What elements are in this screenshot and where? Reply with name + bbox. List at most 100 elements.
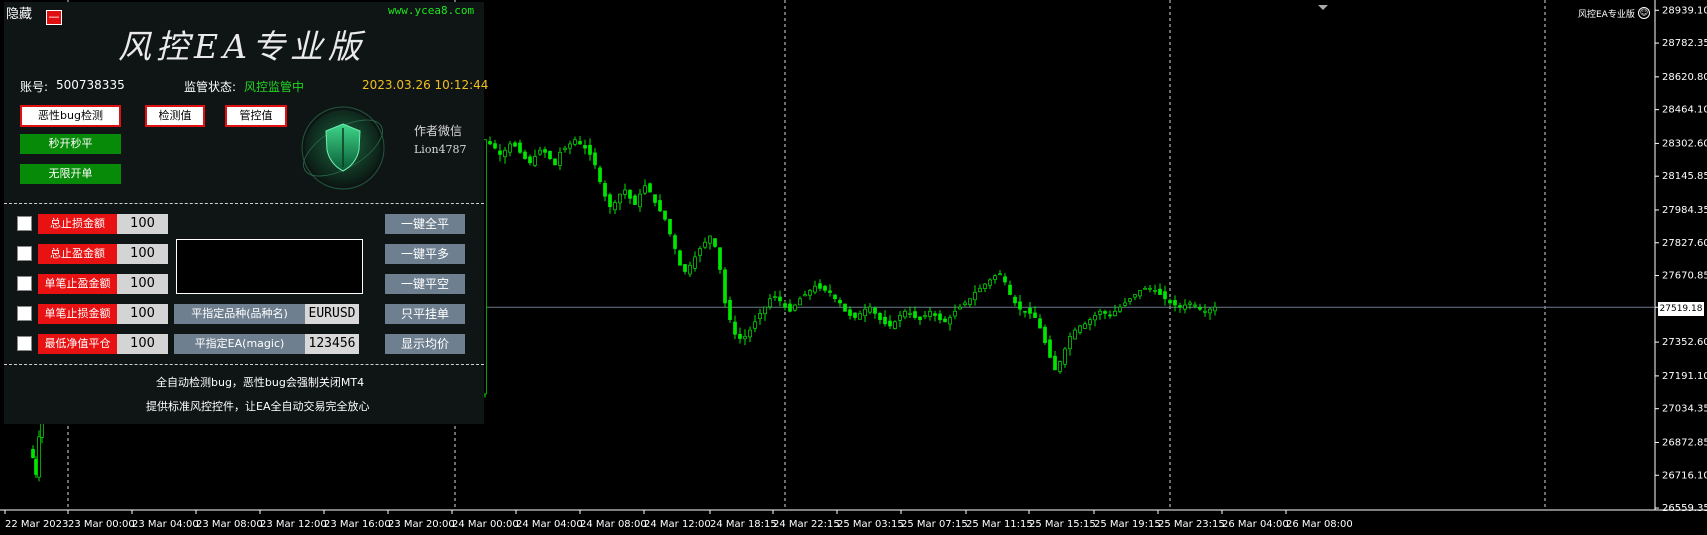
candle-90 [913,306,917,320]
x-tick-label-18: 25 Mar 23:15 [1158,519,1225,530]
y-tick-label-11: 27191.10 [1662,371,1707,382]
close-all-button[interactable]: 一键全平 [385,214,465,234]
min-equity-input[interactable]: 100 [117,334,168,354]
candle-137 [1148,285,1152,293]
total-takeprofit-input[interactable]: 100 [117,244,168,264]
candle-132 [1123,297,1127,307]
candle-body [863,308,867,317]
close-symbol-button[interactable]: 平指定品种(品种名) [174,304,305,324]
close-pending-button[interactable]: 只平挂单 [385,304,465,324]
candle-body [638,193,642,208]
bug-check-button[interactable]: 恶性bug检测 [20,105,121,127]
candle-body [753,321,757,329]
total-takeprofit-checkbox[interactable] [17,246,32,261]
message-textbox[interactable] [176,239,363,294]
candle-body [1103,311,1107,314]
candle-36 [643,179,647,195]
close-buys-button[interactable]: 一键平多 [385,244,465,264]
min-equity-checkbox[interactable] [17,336,32,351]
candle-body [998,273,1002,276]
y-tick-label-14: 26716.10 [1662,470,1707,481]
total-stoploss-checkbox[interactable] [17,216,32,231]
candle-131 [1118,304,1122,313]
shield-icon [298,104,388,192]
candle-body [1123,302,1127,306]
candle-body [623,189,627,195]
candle-body [1028,307,1032,314]
close-sells-button[interactable]: 一键平空 [385,274,465,294]
candle-body [813,285,817,293]
candle-46 [693,251,697,272]
candle-body [663,210,667,220]
candle-136 [1143,285,1147,290]
y-tick-label-15: 26559.35 [1662,503,1707,514]
candle-52 [723,267,727,307]
candle-111 [1018,294,1022,316]
detect-value-button[interactable]: 检测值 [145,105,205,127]
candle-68 [803,290,807,297]
unlimited-orders-button[interactable]: 无限开单 [20,164,121,184]
candle-body [723,269,727,304]
candle-body [1098,310,1102,315]
candle-9 [508,140,512,157]
close-ea-button[interactable]: 平指定EA(magic) [174,334,305,354]
single-takeprofit-checkbox[interactable] [17,276,32,291]
candle-57 [748,326,752,343]
candle-body [628,189,632,199]
candle-28 [603,180,607,202]
candle-81 [868,303,872,315]
candle-body [833,294,837,300]
candle-body [923,315,927,318]
y-tick-label-1: 28782.35 [1662,38,1707,49]
show-average-price-button[interactable]: 显示均价 [385,334,465,354]
x-tick-label-4: 23 Mar 12:00 [260,519,327,530]
x-tick-label-1: 23 Mar 00:00 [68,519,135,530]
candle-body [1158,288,1162,295]
x-tick-label-11: 24 Mar 18:15 [710,519,777,530]
candle-122 [1073,327,1077,340]
single-stoploss-input[interactable]: 100 [117,304,168,324]
candle-body [713,238,717,247]
candle-39 [658,194,662,212]
x-tick-label-14: 25 Mar 07:15 [901,519,968,530]
candle-99 [958,303,962,310]
candle-42 [673,233,677,255]
hide-panel-button[interactable]: 隐藏 [6,3,32,22]
magic-input[interactable]: 123456 [305,334,359,354]
close-button[interactable]: — [46,10,62,25]
single-stoploss-label: 单笔止损金额 [38,304,117,324]
candle-127 [1098,308,1102,320]
candle-body [983,283,987,289]
candle-38 [653,194,657,207]
candle-141 [1168,298,1172,306]
candle-138 [1153,284,1157,295]
candle-37 [648,182,652,193]
candle-112 [1023,310,1027,318]
candle-body [838,299,842,304]
candle-74 [833,293,837,303]
candle-body [31,449,35,459]
candle-body [708,235,712,244]
symbol-input[interactable]: EURUSD [305,304,359,324]
candle-10 [513,140,517,148]
candle-101 [968,298,972,308]
candle-71 [818,279,822,292]
candle-0 [31,445,35,459]
y-tick-label-8: 27670.85 [1662,271,1707,282]
x-tick-label-15: 25 Mar 11:15 [966,519,1033,530]
candle-body [1198,307,1202,310]
single-stoploss-checkbox[interactable] [17,306,32,321]
single-takeprofit-input[interactable]: 100 [117,274,168,294]
candle-body [1108,314,1112,317]
candle-body [553,158,557,166]
instant-open-close-button[interactable]: 秒开秒平 [20,134,121,154]
candle-103 [978,284,982,293]
candle-body [953,310,957,317]
total-stoploss-input[interactable]: 100 [117,214,168,234]
candle-body [1033,312,1037,318]
candle-125 [1088,317,1092,331]
candle-body [808,290,812,296]
candle-body [1063,348,1067,365]
control-value-button[interactable]: 管控值 [225,105,287,127]
candle-84 [883,310,887,327]
